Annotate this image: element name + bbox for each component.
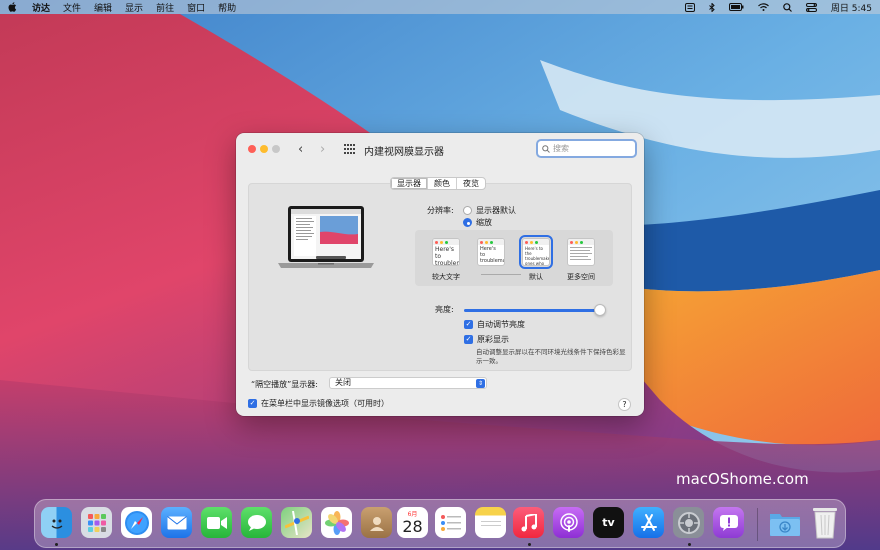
- bluetooth-icon[interactable]: [709, 2, 715, 12]
- tab-display[interactable]: 显示器: [391, 178, 428, 189]
- tab-night-shift[interactable]: 夜览: [457, 178, 485, 189]
- calendar-icon[interactable]: 6月 28: [397, 507, 428, 538]
- apple-icon[interactable]: [8, 2, 22, 12]
- contacts-icon[interactable]: [361, 507, 392, 538]
- chevron-updown-icon: ⇕: [476, 379, 485, 388]
- reminders-icon[interactable]: [435, 507, 466, 538]
- radio-display-default[interactable]: 显示器默认: [463, 205, 516, 216]
- dock: 6月 28 tv: [34, 499, 846, 548]
- brightness-label: 亮度:: [435, 305, 454, 314]
- minimize-button[interactable]: [260, 145, 268, 153]
- show-all-grid-icon[interactable]: [344, 144, 355, 154]
- scale-label-larger-text: 较大文字: [432, 273, 460, 281]
- true-tone-description: 自动调整显示屏以在不同环境光线条件下保持色彩显示一致。: [476, 348, 626, 365]
- auto-brightness-checkbox[interactable]: ✓ 自动调节亮度: [464, 319, 525, 330]
- radio-scaled[interactable]: 缩放: [463, 217, 492, 228]
- help-button[interactable]: ?: [618, 398, 631, 411]
- checkmark-icon[interactable]: ✓: [248, 399, 257, 408]
- finder-icon[interactable]: [41, 507, 72, 538]
- window-title: 内建视网膜显示器: [364, 147, 444, 158]
- menu-file[interactable]: 文件: [63, 1, 81, 14]
- menu-edit[interactable]: 编辑: [94, 1, 112, 14]
- menu-window[interactable]: 窗口: [187, 1, 205, 14]
- mirror-options-checkbox[interactable]: ✓ 在菜单栏中显示镜像选项（可用时）: [248, 398, 389, 409]
- brightness-slider[interactable]: [464, 309, 604, 312]
- tv-icon[interactable]: tv: [593, 507, 624, 538]
- maps-icon[interactable]: [281, 507, 312, 538]
- true-tone-label: 原彩显示: [477, 335, 509, 344]
- zoom-button[interactable]: [272, 145, 280, 153]
- radio-button[interactable]: [463, 206, 472, 215]
- running-indicator: [528, 543, 531, 546]
- display-preferences-window: ‹ › 内建视网膜显示器 显示器 颜色 夜览: [236, 133, 644, 416]
- app-store-icon[interactable]: [633, 507, 664, 538]
- scale-option-2[interactable]: Here's to troublema ones who: [477, 238, 505, 266]
- scale-options: Here's to troublem Here's to troublema o…: [415, 230, 613, 286]
- auto-brightness-label: 自动调节亮度: [477, 320, 525, 329]
- forward-arrow-icon[interactable]: ›: [320, 142, 325, 157]
- running-indicator: [688, 543, 691, 546]
- dock-separator: [757, 508, 758, 541]
- menubar-clock[interactable]: 周日 5:45: [831, 1, 872, 14]
- trash-icon[interactable]: [809, 507, 840, 538]
- scale-label-more-space: 更多空间: [567, 273, 595, 281]
- menu-bar: 访达 文件 编辑 显示 前往 窗口 帮助 周日 5:45: [0, 0, 880, 14]
- mirror-options-label: 在菜单栏中显示镜像选项（可用时）: [261, 399, 389, 408]
- tab-color[interactable]: 颜色: [428, 178, 457, 189]
- resolution-label: 分辨率:: [427, 206, 454, 215]
- safari-icon[interactable]: [121, 507, 152, 538]
- true-tone-checkbox[interactable]: ✓ 原彩显示: [464, 334, 509, 345]
- scale-option-default[interactable]: Here's to the troublemakers ones who see: [519, 235, 553, 269]
- close-button[interactable]: [248, 145, 256, 153]
- scale-option-more-space[interactable]: [567, 238, 595, 266]
- battery-icon[interactable]: [728, 3, 744, 11]
- watermark-text: macOShome.com: [676, 470, 809, 488]
- wifi-icon[interactable]: [757, 3, 769, 11]
- facetime-icon[interactable]: [201, 507, 232, 538]
- scale-label-default: 默认: [529, 273, 543, 281]
- dense-text-preview: [570, 247, 592, 260]
- scale-preview-text: Here's to troublem: [435, 246, 459, 266]
- menu-app-name[interactable]: 访达: [32, 1, 50, 14]
- system-preferences-icon[interactable]: [673, 507, 704, 538]
- scale-preview-text: Here's to the troublemakers ones who see: [525, 246, 549, 266]
- control-center-icon[interactable]: [805, 2, 817, 12]
- search-field[interactable]: [536, 139, 637, 158]
- launchpad-icon[interactable]: [81, 507, 112, 538]
- music-icon[interactable]: [513, 507, 544, 538]
- podcasts-icon[interactable]: [553, 507, 584, 538]
- search-input[interactable]: [553, 144, 633, 153]
- downloads-folder-icon[interactable]: [769, 507, 800, 538]
- window-titlebar: ‹ › 内建视网膜显示器: [236, 133, 644, 165]
- radio-button-selected[interactable]: [463, 218, 472, 227]
- spotlight-icon[interactable]: [783, 2, 792, 12]
- brightness-slider-knob[interactable]: [593, 304, 606, 316]
- menu-view[interactable]: 显示: [125, 1, 143, 14]
- running-indicator: [55, 543, 58, 546]
- menu-go[interactable]: 前往: [156, 1, 174, 14]
- menu-help[interactable]: 帮助: [218, 1, 236, 14]
- macbook-illustration: [278, 206, 374, 268]
- input-method-icon[interactable]: [684, 2, 695, 12]
- calendar-day: 28: [402, 516, 423, 536]
- messages-icon[interactable]: [241, 507, 272, 538]
- radio-display-default-label: 显示器默认: [476, 206, 516, 215]
- airplay-display-select[interactable]: 关闭 ⇕: [329, 377, 487, 389]
- photos-icon[interactable]: [321, 507, 352, 538]
- scale-preview-text: Here's to troublema ones who: [480, 246, 504, 265]
- back-arrow-icon[interactable]: ‹: [298, 142, 303, 157]
- notes-icon[interactable]: [475, 507, 506, 538]
- scale-divider: [481, 274, 521, 275]
- airplay-display-label: “隔空播放”显示器:: [251, 380, 318, 389]
- tv-label: tv: [602, 516, 615, 529]
- tab-bar: 显示器 颜色 夜览: [390, 177, 486, 190]
- airplay-display-value: 关闭: [335, 378, 351, 387]
- radio-scaled-label: 缩放: [476, 218, 492, 227]
- scale-option-larger-text[interactable]: Here's to troublem: [432, 238, 460, 266]
- checkmark-icon[interactable]: ✓: [464, 335, 473, 344]
- search-icon: [542, 144, 550, 153]
- checkmark-icon[interactable]: ✓: [464, 320, 473, 329]
- feedback-icon[interactable]: [713, 507, 744, 538]
- mail-icon[interactable]: [161, 507, 192, 538]
